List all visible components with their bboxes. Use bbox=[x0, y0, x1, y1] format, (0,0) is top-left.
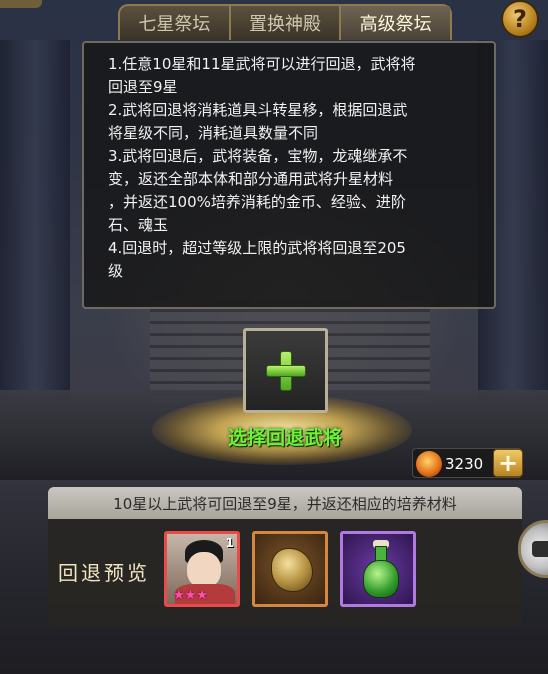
notice-bar: 10星以上武将可回退至9星，并返还相应的培养材料 bbox=[48, 487, 522, 519]
preview-panel: 10星以上武将可回退至9星，并返还相应的培养材料 回退预览 1 ★★★ bbox=[48, 487, 522, 627]
hero-face bbox=[187, 552, 221, 588]
add-hero-slot-button[interactable] bbox=[243, 328, 328, 413]
green-potion-icon bbox=[363, 560, 399, 598]
rule-line: 将星级不同，消耗道具数量不同 bbox=[108, 124, 319, 142]
tab-exchange-temple[interactable]: 置换神殿 bbox=[231, 6, 342, 40]
chat-icon bbox=[532, 541, 548, 557]
rule-line: 变，返还全部本体和部分通用武将升星材料 bbox=[108, 170, 394, 188]
top-left-corner-ornament bbox=[0, 0, 42, 8]
rule-line: 1.任意10星和11星武将可以进行回退，武将将 bbox=[108, 55, 416, 73]
left-pillar bbox=[0, 40, 70, 400]
select-hero-label[interactable]: 选择回退武将 bbox=[200, 423, 370, 450]
help-button[interactable]: ? bbox=[501, 0, 539, 38]
currency-value: 3230 bbox=[445, 455, 484, 473]
preview-label: 回退预览 bbox=[58, 561, 150, 585]
rule-line: 石、魂玉 bbox=[108, 216, 169, 234]
add-currency-button[interactable]: + bbox=[493, 449, 523, 477]
rule-line: ，并返还100%培养消耗的金币、经验、进阶 bbox=[108, 193, 406, 211]
hero-star-rating: ★★★ bbox=[173, 588, 208, 603]
plus-icon-bar bbox=[265, 364, 306, 377]
tab-seven-star-altar[interactable]: 七星祭坛 bbox=[120, 6, 231, 40]
rule-line: 回退至9星 bbox=[108, 78, 178, 96]
flame-coin-icon bbox=[416, 451, 442, 477]
rule-line: 级 bbox=[108, 262, 124, 280]
question-icon: ? bbox=[513, 5, 527, 33]
rules-info-panel: 1.任意10星和11星武将可以进行回退，武将将 回退至9星 2.武将回退将消耗道… bbox=[82, 41, 496, 309]
hero-preview-item[interactable]: 1 ★★★ bbox=[164, 531, 240, 607]
green-potion-item[interactable] bbox=[340, 531, 416, 607]
tab-advanced-altar[interactable]: 高级祭坛 bbox=[341, 6, 451, 40]
rule-line: 2.武将回退将消耗道具斗转星移，根据回退武 bbox=[108, 101, 408, 119]
rule-line: 4.回退时，超过等级上限的武将将回退至205 bbox=[108, 239, 406, 257]
currency-display: 3230 + bbox=[412, 448, 523, 478]
hero-level-badge: 1 bbox=[225, 536, 234, 550]
altar-tabs: 七星祭坛 置换神殿 高级祭坛 bbox=[118, 4, 452, 40]
gold-ore-icon bbox=[271, 548, 313, 592]
gold-ore-item[interactable] bbox=[252, 531, 328, 607]
rule-line: 3.武将回退后，武将装备，宝物，龙魂继承不 bbox=[108, 147, 408, 165]
